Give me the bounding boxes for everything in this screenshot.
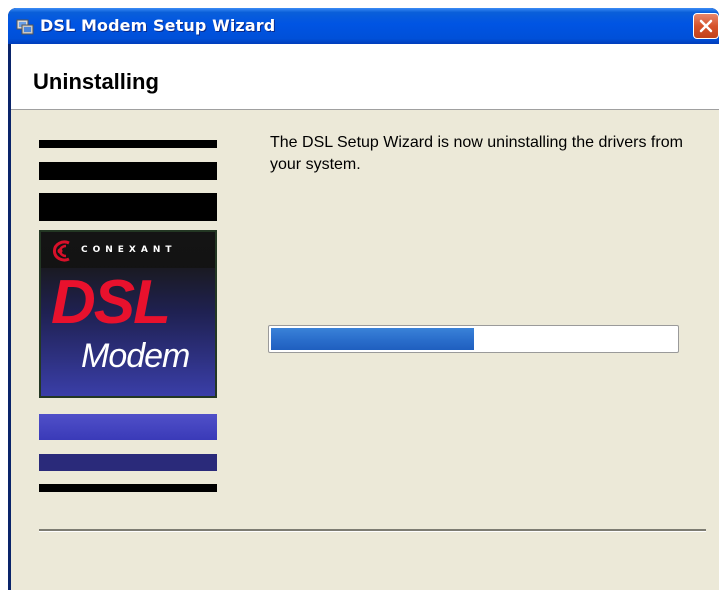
decorative-stripe <box>39 454 217 471</box>
title-bar[interactable]: DSL Modem Setup Wizard <box>8 8 719 44</box>
logo-dsl-text: DSL <box>51 268 171 337</box>
wizard-header: Uninstalling <box>11 44 719 110</box>
decorative-stripe <box>39 484 217 492</box>
footer-separator <box>39 529 706 532</box>
decorative-stripe <box>39 162 217 180</box>
uninstall-progress-bar <box>268 325 679 353</box>
brand-name: CONEXANT <box>81 245 177 255</box>
page-title: Uninstalling <box>33 69 159 94</box>
close-button[interactable] <box>693 13 719 39</box>
window-title: DSL Modem Setup Wizard <box>40 16 276 35</box>
decorative-stripe <box>39 193 217 221</box>
wizard-body: CONEXANT DSL Modem The DSL Setup Wizard … <box>11 110 719 590</box>
wizard-window: DSL Modem Setup Wizard Uninstalling CONE… <box>8 8 719 590</box>
setup-wizard-icon <box>16 19 34 35</box>
logo-modem-text: Modem <box>81 337 190 375</box>
conexant-dsl-modem-logo: CONEXANT DSL Modem <box>39 230 217 398</box>
progress-fill <box>271 328 474 350</box>
decorative-stripe <box>39 140 217 148</box>
status-message: The DSL Setup Wizard is now uninstalling… <box>270 134 683 173</box>
close-icon <box>699 19 713 33</box>
decorative-stripe <box>39 414 217 440</box>
conexant-logo-icon <box>52 240 70 262</box>
